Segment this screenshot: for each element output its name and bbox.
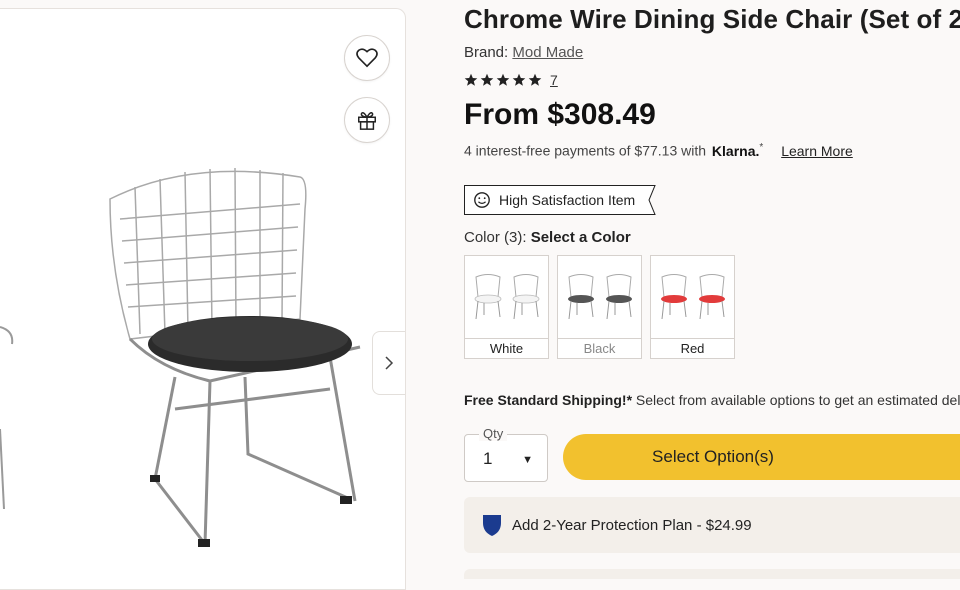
high-satisfaction-badge: High Satisfaction Item	[464, 185, 657, 215]
color-option-red[interactable]: Red	[650, 255, 735, 359]
main-product-image	[0, 167, 361, 547]
chair-thumbnail	[512, 274, 539, 320]
chair-thumbnail	[567, 274, 594, 320]
brand-line: Brand: Mod Made	[464, 44, 583, 61]
swatch-image	[465, 256, 548, 339]
free-shipping-label: Free Standard Shipping!*	[464, 392, 633, 408]
gift-button[interactable]	[344, 97, 390, 143]
star-icon	[496, 73, 510, 86]
color-prompt: Select a Color	[530, 229, 631, 246]
gift-icon	[358, 112, 376, 130]
financing-text: 4 interest-free payments of $77.13 with	[464, 142, 707, 159]
cta-label: Select Option(s)	[652, 447, 774, 466]
star-icon	[512, 73, 526, 86]
chair-thumbnail	[474, 274, 501, 320]
next-section-edge	[464, 569, 960, 579]
quantity-label: Qty	[479, 426, 508, 441]
klarna-footnote-mark: *	[759, 142, 764, 153]
rating[interactable]: 7	[464, 72, 558, 88]
badge-label: High Satisfaction Item	[499, 192, 636, 208]
chair-thumbnail	[660, 274, 687, 320]
chair-thumbnail	[698, 274, 725, 320]
color-option-black[interactable]: Black	[557, 255, 642, 359]
quantity-select[interactable]: Qty 1 ▼	[464, 426, 548, 482]
favorite-button[interactable]	[344, 35, 390, 81]
badge-flag-tail	[645, 185, 656, 215]
chair-thumbnail	[605, 274, 632, 320]
star-icon	[528, 73, 542, 86]
star-rating	[464, 73, 542, 87]
color-swatches: White Black Red	[464, 255, 735, 359]
select-options-button[interactable]: Select Option(s)	[563, 434, 960, 480]
color-label: Color (3): Select a Color	[464, 229, 631, 246]
color-count: Color (3):	[464, 229, 527, 246]
swatch-image	[558, 256, 641, 339]
shipping-text: Select from available options to get an …	[635, 392, 960, 408]
heart-icon	[356, 48, 378, 68]
shipping-info: Free Standard Shipping!* Select from ava…	[464, 392, 960, 408]
quantity-value: 1	[483, 449, 493, 468]
swatch-label: Black	[583, 341, 616, 356]
learn-more-link[interactable]: Learn More	[781, 143, 853, 159]
next-image-button[interactable]	[372, 331, 405, 395]
product-title: Chrome Wire Dining Side Chair (Set of 2)	[464, 4, 960, 34]
brand-label: Brand:	[464, 44, 509, 61]
klarna-logo: Klarna.	[711, 142, 760, 159]
swatch-label: Red	[680, 341, 705, 356]
smiley-icon	[474, 192, 490, 208]
star-icon	[480, 73, 494, 86]
review-count-link[interactable]: 7	[550, 72, 558, 88]
shield-icon	[483, 515, 501, 536]
dropdown-arrow-icon: ▼	[522, 454, 533, 466]
product-image-gallery[interactable]	[0, 8, 406, 590]
chevron-right-icon	[385, 356, 394, 370]
swatch-image	[651, 256, 734, 339]
swatch-label: White	[489, 341, 524, 356]
protection-plan-label: Add 2-Year Protection Plan - $24.99	[512, 516, 752, 534]
protection-plan-option[interactable]: Add 2-Year Protection Plan - $24.99	[464, 497, 960, 553]
financing-info: 4 interest-free payments of $77.13 with …	[464, 142, 853, 159]
star-icon	[464, 73, 478, 86]
brand-link[interactable]: Mod Made	[512, 44, 583, 61]
color-option-white[interactable]: White	[464, 255, 549, 359]
product-price: From $308.49	[464, 98, 656, 131]
